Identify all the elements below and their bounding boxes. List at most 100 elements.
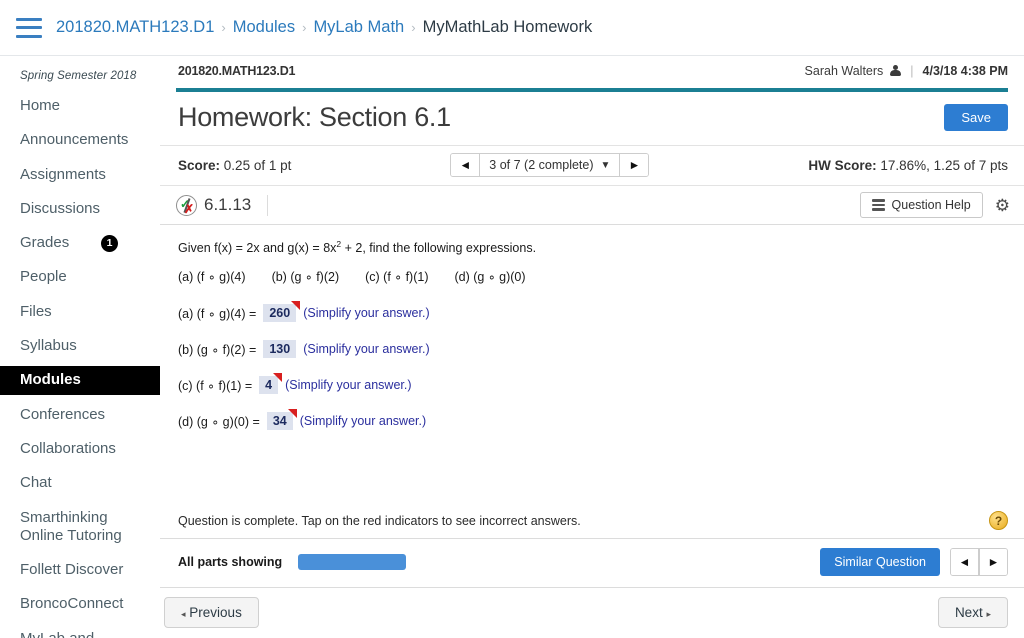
sidebar-item-label: Conferences [20,405,106,423]
sidebar-item-syllabus[interactable]: Syllabus [0,332,160,360]
previous-button[interactable]: ◂ Previous [164,597,259,628]
x-glyph: ✗ [183,201,194,216]
page-title: Homework: Section 6.1 [178,102,451,132]
sidebar-item-home[interactable]: Home [0,92,160,120]
answer-row: (c) (f ∘ f)(1) = 4 (Simplify your answer… [178,376,1006,395]
question-score: Score: 0.25 of 1 pt [178,158,291,173]
sidebar-item-people[interactable]: People [0,263,160,291]
question-help-button[interactable]: Question Help [859,192,983,218]
parts-progress-bar [298,554,407,570]
sidebar-item-conferences[interactable]: Conferences [0,401,160,429]
pager-label-text: 3 of 7 (2 complete) [489,158,594,172]
status-row: Question is complete. Tap on the red ind… [160,505,1024,539]
answer-prompt: (b) (g ∘ f)(2) = [178,342,257,357]
answer-prompt: (d) (g ∘ g)(0) = [178,414,260,429]
breadcrumb-separator: › [411,20,416,35]
question-header-row: ✓ ✗ 6.1.13 Question Help ⚙ [160,186,1024,225]
sidebar-item-announcements[interactable]: Announcements [0,126,160,154]
help-icon[interactable]: ? [989,511,1008,530]
breadcrumb-separator: › [221,20,226,35]
semester-label: Spring Semester 2018 [20,70,137,82]
sidebar-item-label: Assignments [20,165,106,183]
part-next-button[interactable]: ► [979,549,1007,575]
question-body: Given f(x) = 2x and g(x) = 8x2 + 2, find… [160,225,1024,505]
answer-row: (b) (g ∘ f)(2) = 130 (Simplify your answ… [178,340,1006,359]
sidebar-item-label: Smarthinking Online Tutoring [20,508,122,544]
main-content: 201820.MATH123.D1 Sarah Walters | 4/3/18… [160,56,1024,638]
hw-score-value: 17.86%, 1.25 of 7 pts [880,157,1008,173]
part-pager: ◄ ► [950,548,1008,576]
problem-part: (c) (f ∘ f)(1) [365,270,429,285]
person-icon [890,65,902,77]
sidebar-item-label: Home [20,97,61,114]
question-pager: ◄ 3 of 7 (2 complete) ▼ ► [450,153,650,177]
answer-input-a[interactable]: 260 [263,304,297,323]
answer-row: (d) (g ∘ g)(0) = 34 (Simplify your answe… [178,412,1006,431]
sidebar-item-label: Syllabus [20,337,77,355]
answer-input-c[interactable]: 4 [259,376,279,395]
sidebar-item-label: Chat [20,474,52,492]
parts-showing-label: All parts showing [178,555,283,569]
sidebar-item-collaborations[interactable]: Collaborations [0,435,160,463]
question-id-label: 6.1.13 [204,195,252,214]
sidebar-item-label: People [20,268,67,286]
problem-part: (a) (f ∘ g)(4) [178,270,246,285]
answer-prompt: (c) (f ∘ f)(1) = [178,378,253,393]
sidebar-item-files[interactable]: Files [0,298,160,326]
pager-prev-button[interactable]: ◄ [451,154,481,176]
arrow-right-icon: ▸ [986,609,991,619]
user-info: Sarah Walters | 4/3/18 4:38 PM [805,64,1008,78]
sidebar-item-smarthinking-online-tutoring[interactable]: Smarthinking Online Tutoring [0,504,160,551]
status-message: Question is complete. Tap on the red ind… [178,513,581,528]
next-button[interactable]: Next ▸ [937,597,1008,628]
sidebar-item-label: MyLab and Mastering [20,630,148,638]
breadcrumb-item-modules[interactable]: Modules [233,18,295,37]
datetime-label: 4/3/18 4:38 PM [922,64,1008,78]
sidebar-item-mylab-and-mastering[interactable]: MyLab and Mastering [0,625,160,638]
sidebar-item-grades[interactable]: Grades 1 [0,229,160,257]
answer-hint: (Simplify your answer.) [303,306,430,321]
answer-hint: (Simplify your answer.) [303,342,430,357]
pager-next-button[interactable]: ► [619,154,649,176]
list-icon [871,199,885,211]
answer-input-d[interactable]: 34 [266,412,293,431]
next-label: Next [954,605,983,620]
breadcrumb-item-mylab-math[interactable]: MyLab Math [313,18,404,37]
pager-dropdown[interactable]: 3 of 7 (2 complete) ▼ [480,154,619,176]
save-button[interactable]: Save [944,104,1008,131]
homework-score: HW Score: 17.86%, 1.25 of 7 pts [808,158,1008,173]
sidebar-item-label: Modules [20,371,81,389]
sidebar-item-label: BroncoConnect [20,595,124,613]
footer-navigation: ◂ Previous Next ▸ [160,588,1024,638]
answer-prompt: (a) (f ∘ g)(4) = [178,306,257,321]
homework-title-row: Homework: Section 6.1 Save [160,92,1024,146]
sidebar-item-label: Announcements [20,131,129,149]
answer-row: (a) (f ∘ g)(4) = 260 (Simplify your answ… [178,304,1006,323]
sidebar-item-assignments[interactable]: Assignments [0,161,160,189]
answer-hint: (Simplify your answer.) [285,378,412,393]
sidebar-item-discussions[interactable]: Discussions [0,195,160,223]
page-body: Spring Semester 2018 Home Announcements As… [0,56,1024,638]
sidebar-item-modules[interactable]: Modules [0,366,160,395]
statement-pre: Given f(x) = 2x and g(x) = 8x [178,241,337,256]
sidebar-item-broncoconnect[interactable]: BroncoConnect [0,590,160,618]
sidebar-item-chat[interactable]: Chat [0,469,160,497]
similar-question-button[interactable]: Similar Question [820,548,940,576]
sidebar-item-follett-discover[interactable]: Follett Discover [0,556,160,584]
hamburger-menu-icon[interactable] [16,17,42,38]
sidebar-item-badge: 1 [101,234,118,252]
hw-score-label: HW Score: [808,157,877,173]
check-x-partial-icon[interactable]: ✓ ✗ [176,194,197,216]
answer-input-b[interactable]: 130 [263,340,297,359]
breadcrumb-separator: › [302,20,307,35]
question-header-actions: Question Help ⚙ [859,192,1010,218]
part-prev-button[interactable]: ◄ [951,549,979,575]
gear-icon[interactable]: ⚙ [995,197,1010,214]
question-id-group: ✓ ✗ 6.1.13 [176,194,269,216]
parts-row: All parts showing Similar Question ◄ ► [160,539,1024,588]
problem-part: (b) (g ∘ f)(2) [271,270,340,285]
divider: | [910,64,914,78]
user-name-label: Sarah Walters [804,64,884,78]
breadcrumb-item-course[interactable]: 201820.MATH123.D1 [56,18,214,37]
mylab-topbar: 201820.MATH123.D1 Sarah Walters | 4/3/18… [160,56,1024,88]
